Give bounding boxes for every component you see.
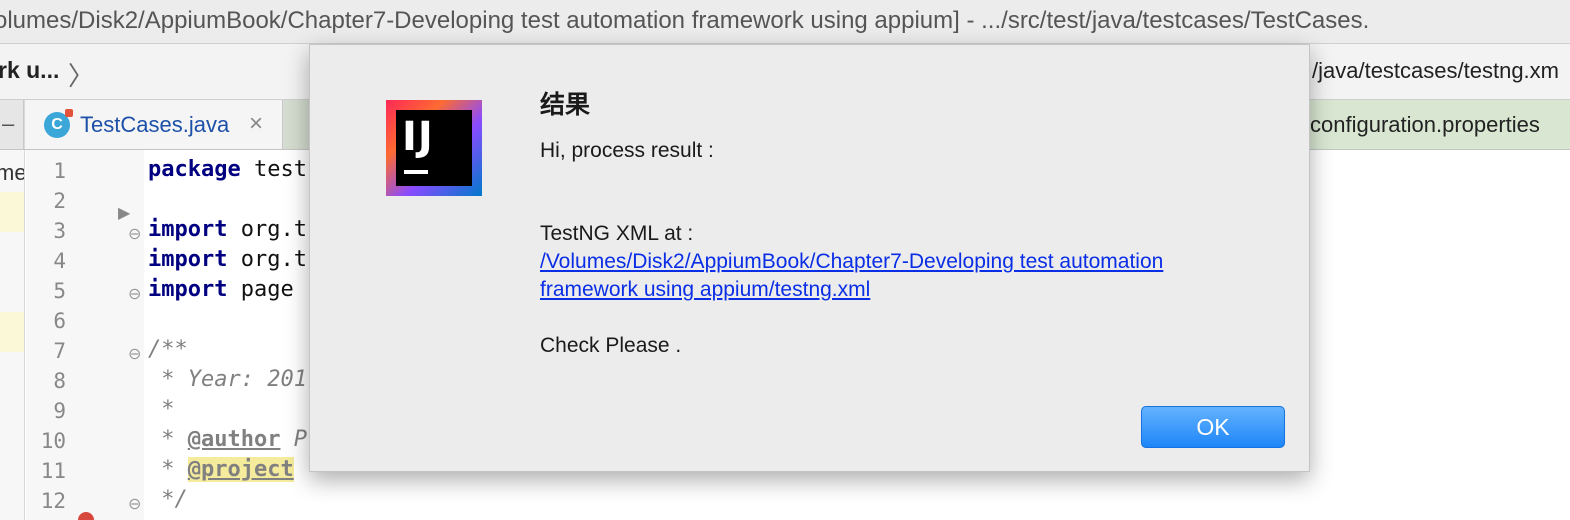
fold-icon[interactable]: ⊖ <box>128 224 141 244</box>
code-keyword: import <box>148 217 228 242</box>
window-title-bar: olumes/Disk2/AppiumBook/Chapter7-Develop… <box>0 0 1570 44</box>
fold-icon[interactable]: ⊖ <box>128 284 141 304</box>
breadcrumb-chevron-icon: 〉 <box>68 61 95 91</box>
line-number: 6 <box>53 309 66 333</box>
javadoc-tag: @author <box>187 427 281 452</box>
code-line[interactable]: * @project <box>148 457 294 482</box>
fold-icon[interactable]: ⊖ <box>128 344 141 364</box>
code-line[interactable]: import page <box>148 277 294 302</box>
code-line[interactable]: */ <box>148 487 188 512</box>
window-title: olumes/Disk2/AppiumBook/Chapter7-Develop… <box>0 7 1370 34</box>
line-number: 12 <box>40 489 66 513</box>
breadcrumb-path[interactable]: /java/testcases/testng.xm <box>1312 58 1559 84</box>
code-text: * <box>148 457 188 482</box>
close-icon[interactable]: × <box>249 110 263 138</box>
line-number: 1 <box>53 159 66 183</box>
testng-xml-link[interactable]: /Volumes/Disk2/AppiumBook/Chapter7-Devel… <box>540 248 1260 304</box>
project-panel-text: me <box>0 160 24 186</box>
code-text: test <box>240 157 307 182</box>
code-line[interactable]: import org.t <box>148 247 307 272</box>
line-number: 9 <box>53 399 66 423</box>
ok-button[interactable]: OK <box>1141 406 1285 448</box>
tab-label: TestCases.java <box>80 112 230 137</box>
dialog-label: TestNG XML at : <box>540 222 694 245</box>
code-keyword: package <box>148 157 241 182</box>
code-text: * <box>148 427 188 452</box>
line-number: 10 <box>40 429 66 453</box>
dialog-title: 结果 <box>540 91 591 119</box>
line-number: 8 <box>53 369 66 393</box>
dialog-check-text: Check Please . <box>540 334 682 357</box>
code-line[interactable]: package test <box>148 157 307 182</box>
code-text: org.t <box>227 247 307 272</box>
tab-scroll-left[interactable]: – <box>0 100 24 149</box>
code-text: org.t <box>227 217 307 242</box>
tab-configuration-properties[interactable]: configuration.properties <box>1298 100 1570 149</box>
code-keyword: import <box>148 277 228 302</box>
line-number: 4 <box>53 249 66 273</box>
highlight-marker <box>0 192 24 232</box>
dialog-greeting: Hi, process result : <box>540 139 714 162</box>
project-panel-strip: me <box>0 150 25 520</box>
tab-label: configuration.properties <box>1310 112 1540 137</box>
code-line[interactable]: * <box>148 397 174 422</box>
highlight-marker <box>0 312 24 352</box>
line-number: 11 <box>40 459 66 483</box>
app-icon-inner: IJ <box>396 110 472 186</box>
line-number: 7 <box>53 339 66 363</box>
app-icon-text: IJ <box>402 114 434 160</box>
code-line[interactable]: import org.t <box>148 217 307 242</box>
code-line[interactable]: /** <box>148 337 188 362</box>
intellij-app-icon: IJ <box>386 100 482 196</box>
line-number: 3 <box>53 219 66 243</box>
code-line[interactable]: * Year: 201 <box>148 367 307 392</box>
line-number: 2 <box>53 189 66 213</box>
result-dialog: IJ 结果 Hi, process result : TestNG XML at… <box>309 44 1310 472</box>
breadcrumb-item[interactable]: rk u... <box>0 57 59 84</box>
code-text: page <box>227 277 294 302</box>
tab-testcases-java[interactable]: C TestCases.java × <box>25 100 283 149</box>
code-keyword: import <box>148 247 228 272</box>
javadoc-tag: @project <box>187 457 294 482</box>
line-number: 5 <box>53 279 66 303</box>
java-class-icon: C <box>44 109 73 138</box>
run-arrow-icon[interactable]: ▶ <box>118 203 130 223</box>
app-icon-bar <box>404 170 428 174</box>
fold-icon[interactable]: ⊖ <box>128 494 141 514</box>
